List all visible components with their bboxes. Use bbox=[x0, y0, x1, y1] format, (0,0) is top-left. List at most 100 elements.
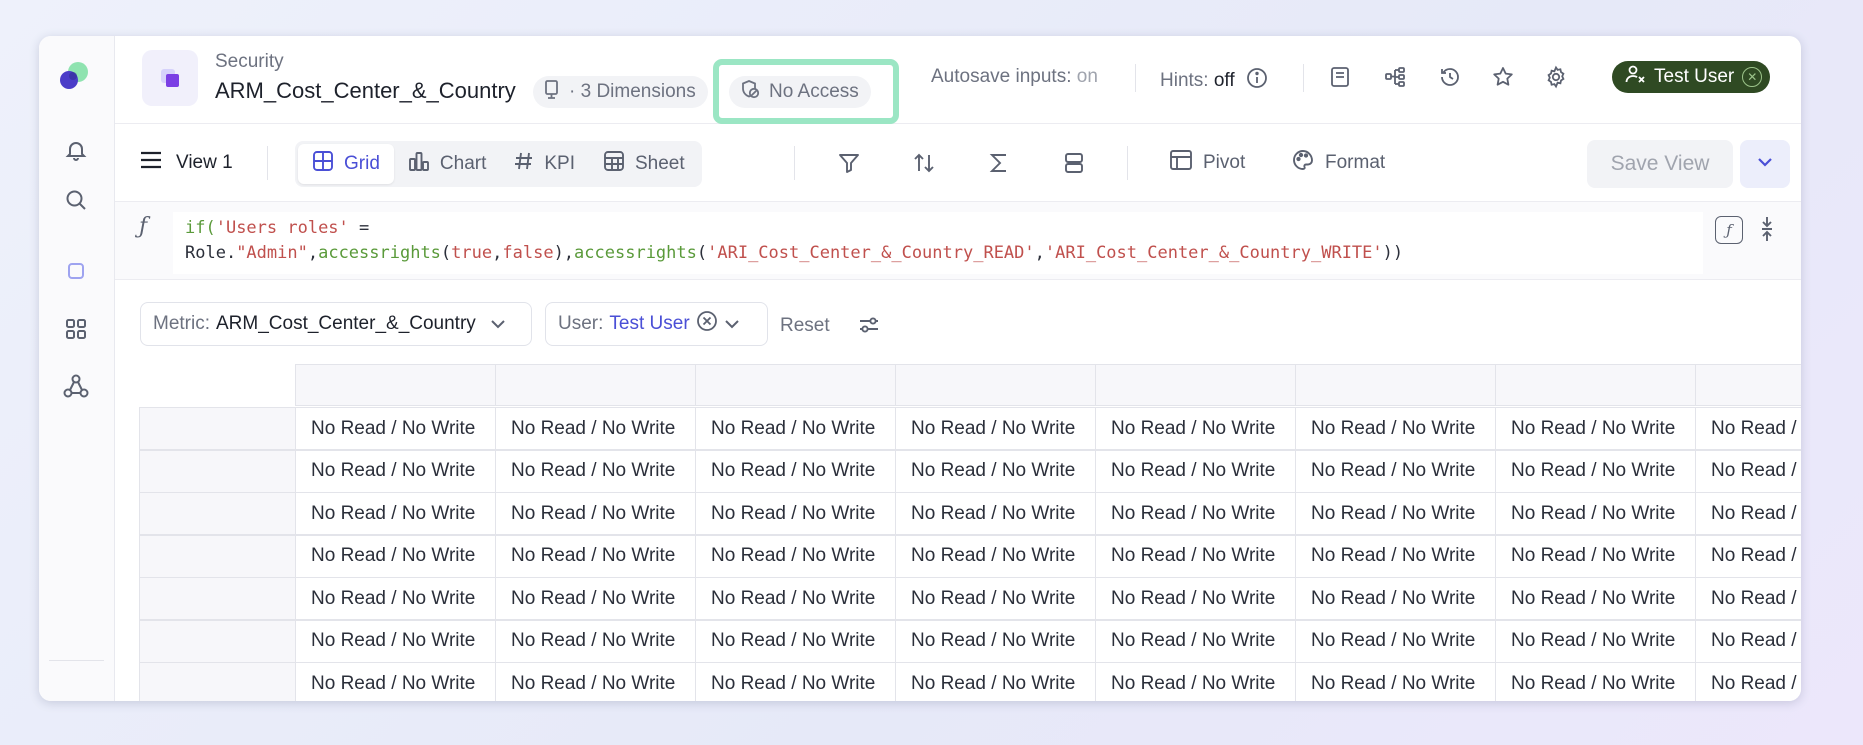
sliders-icon[interactable] bbox=[855, 311, 883, 339]
grid-cell[interactable]: No Read / No Write bbox=[1295, 577, 1496, 620]
user-badge[interactable]: Test User ✕ bbox=[1612, 61, 1771, 93]
function-editor-icon[interactable]: ƒ bbox=[1715, 216, 1743, 244]
grid-cell[interactable]: No Read / No Write bbox=[1095, 534, 1296, 578]
grid-cell[interactable]: No Read / No Write bbox=[1095, 492, 1296, 535]
row-header[interactable] bbox=[139, 492, 296, 535]
column-header[interactable] bbox=[1295, 364, 1496, 406]
grid-cell[interactable]: No Read / No Write bbox=[1095, 449, 1296, 493]
clear-icon[interactable] bbox=[696, 310, 718, 338]
square-icon[interactable] bbox=[59, 254, 93, 288]
network-icon[interactable] bbox=[59, 369, 93, 403]
grid-cell[interactable]: No Read / No Write bbox=[1495, 449, 1696, 493]
reset-button[interactable]: Reset bbox=[780, 315, 830, 337]
apps-icon[interactable] bbox=[59, 312, 93, 346]
row-header[interactable] bbox=[139, 662, 296, 701]
sum-icon[interactable] bbox=[979, 144, 1019, 182]
grid-cell[interactable]: No Read / bbox=[1695, 662, 1801, 701]
grid-cell[interactable]: No Read / No Write bbox=[695, 449, 896, 493]
grid-cell[interactable]: No Read / No Write bbox=[1095, 407, 1296, 450]
breadcrumb[interactable]: Security bbox=[215, 51, 284, 73]
grid-cell[interactable]: No Read / bbox=[1695, 492, 1801, 535]
column-header[interactable] bbox=[495, 364, 696, 406]
tab-kpi[interactable]: KPI bbox=[500, 144, 589, 184]
grid-cell[interactable]: No Read / bbox=[1695, 534, 1801, 578]
grid-cell[interactable]: No Read / No Write bbox=[1095, 619, 1296, 663]
history-icon[interactable] bbox=[1433, 60, 1467, 94]
grid-cell[interactable]: No Read / bbox=[1695, 449, 1801, 493]
grid-cell[interactable]: No Read / No Write bbox=[1295, 619, 1496, 663]
column-header[interactable] bbox=[295, 364, 496, 406]
close-icon[interactable]: ✕ bbox=[1742, 67, 1763, 87]
column-header[interactable] bbox=[895, 364, 1096, 406]
grid-cell[interactable]: No Read / No Write bbox=[1495, 662, 1696, 701]
grid-cell[interactable]: No Read / No Write bbox=[895, 449, 1096, 493]
grid-cell[interactable]: No Read / No Write bbox=[495, 619, 696, 663]
grid-cell[interactable]: No Read / No Write bbox=[895, 534, 1096, 578]
filter-icon[interactable] bbox=[829, 144, 869, 182]
column-header[interactable] bbox=[1495, 364, 1696, 406]
column-header[interactable] bbox=[1095, 364, 1296, 406]
grid-cell[interactable]: No Read / No Write bbox=[1295, 449, 1496, 493]
grid-cell[interactable]: No Read / No Write bbox=[295, 662, 496, 701]
grid-cell[interactable]: No Read / No Write bbox=[495, 492, 696, 535]
dimensions-chip[interactable]: · 3 Dimensions bbox=[533, 76, 708, 108]
collapse-icon[interactable] bbox=[1755, 214, 1779, 244]
grid-cell[interactable]: No Read / No Write bbox=[895, 619, 1096, 663]
grid-cell[interactable]: No Read / No Write bbox=[1295, 492, 1496, 535]
formula-editor[interactable]: if('Users roles' = Role."Admin",accessri… bbox=[173, 212, 1703, 274]
tab-grid[interactable]: Grid bbox=[298, 144, 394, 184]
pivot-button[interactable]: Pivot bbox=[1169, 144, 1245, 182]
grid-cell[interactable]: No Read / No Write bbox=[1295, 534, 1496, 578]
row-header[interactable] bbox=[139, 449, 296, 493]
row-header[interactable] bbox=[139, 534, 296, 578]
grid-cell[interactable]: No Read / No Write bbox=[695, 534, 896, 578]
grid-cell[interactable]: No Read / No Write bbox=[1495, 534, 1696, 578]
star-icon[interactable] bbox=[1486, 60, 1520, 94]
row-header[interactable] bbox=[139, 407, 296, 450]
grid-cell[interactable]: No Read / No Write bbox=[1495, 619, 1696, 663]
grid-cell[interactable]: No Read / No Write bbox=[895, 662, 1096, 701]
view-menu-button[interactable]: View 1 bbox=[140, 144, 233, 182]
app-logo-icon[interactable] bbox=[57, 59, 91, 93]
sort-icon[interactable] bbox=[904, 144, 944, 182]
grid-cell[interactable]: No Read / No Write bbox=[695, 662, 896, 701]
grid-cell[interactable]: No Read / bbox=[1695, 619, 1801, 663]
grid-cell[interactable]: No Read / No Write bbox=[895, 492, 1096, 535]
grid-cell[interactable]: No Read / No Write bbox=[895, 577, 1096, 620]
grid-cell[interactable]: No Read / No Write bbox=[295, 449, 496, 493]
grid-cell[interactable]: No Read / No Write bbox=[1495, 407, 1696, 450]
save-view-button[interactable]: Save View bbox=[1587, 140, 1733, 188]
row-header[interactable] bbox=[139, 619, 296, 663]
grid-cell[interactable]: No Read / No Write bbox=[1495, 492, 1696, 535]
column-header[interactable] bbox=[695, 364, 896, 406]
grid-cell[interactable]: No Read / No Write bbox=[1095, 662, 1296, 701]
grid-cell[interactable]: No Read / No Write bbox=[295, 407, 496, 450]
tab-sheet[interactable]: Sheet bbox=[589, 144, 699, 184]
grid-cell[interactable]: No Read / No Write bbox=[895, 407, 1096, 450]
document-icon[interactable] bbox=[1323, 60, 1357, 94]
grid-cell[interactable]: No Read / No Write bbox=[295, 492, 496, 535]
hierarchy-icon[interactable] bbox=[1378, 60, 1412, 94]
grid-cell[interactable]: No Read / No Write bbox=[295, 619, 496, 663]
grid-cell[interactable]: No Read / No Write bbox=[495, 662, 696, 701]
grid-cell[interactable]: No Read / No Write bbox=[295, 534, 496, 578]
grid-cell[interactable]: No Read / No Write bbox=[1295, 407, 1496, 450]
gear-icon[interactable] bbox=[1539, 60, 1573, 94]
grid-cell[interactable]: No Read / bbox=[1695, 407, 1801, 450]
save-view-dropdown[interactable] bbox=[1740, 140, 1790, 188]
grid-cell[interactable]: No Read / No Write bbox=[1295, 662, 1496, 701]
tab-chart[interactable]: Chart bbox=[394, 144, 500, 184]
grid-cell[interactable]: No Read / No Write bbox=[495, 407, 696, 450]
user-selector[interactable]: User: Test User bbox=[545, 302, 768, 346]
column-header[interactable] bbox=[1695, 364, 1801, 406]
search-icon[interactable] bbox=[59, 183, 93, 217]
grid-cell[interactable]: No Read / No Write bbox=[695, 492, 896, 535]
grid-cell[interactable]: No Read / No Write bbox=[295, 577, 496, 620]
grid-cell[interactable]: No Read / No Write bbox=[1495, 577, 1696, 620]
autosave-toggle[interactable]: Autosave inputs: on bbox=[931, 66, 1098, 88]
grid-cell[interactable]: No Read / No Write bbox=[695, 407, 896, 450]
hints-toggle[interactable]: Hints: off bbox=[1160, 66, 1269, 96]
grid-cell[interactable]: No Read / No Write bbox=[495, 449, 696, 493]
info-icon[interactable] bbox=[1245, 66, 1269, 96]
grid-cell[interactable]: No Read / No Write bbox=[695, 619, 896, 663]
